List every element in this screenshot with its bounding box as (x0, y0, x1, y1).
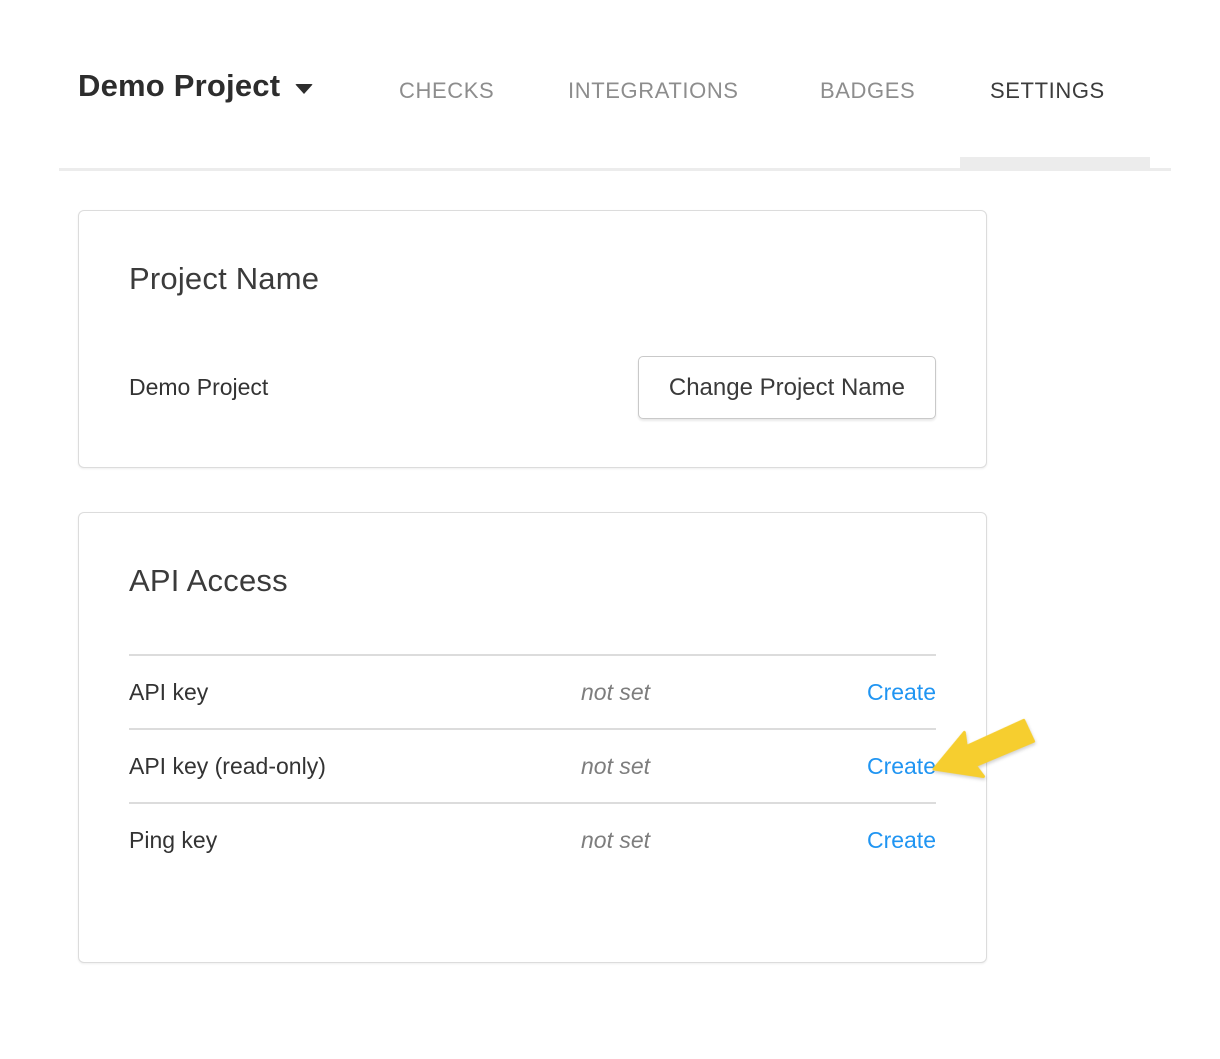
project-title: Demo Project (78, 68, 280, 104)
project-name-row: Demo Project Change Project Name (129, 356, 936, 419)
project-switcher-dropdown[interactable]: Demo Project (78, 68, 313, 104)
ping-key-label: Ping key (129, 827, 581, 854)
api-key-create-link[interactable]: Create (867, 679, 936, 706)
tab-badges[interactable]: BADGES (820, 78, 915, 104)
tab-settings[interactable]: SETTINGS (990, 78, 1105, 104)
api-keys-table: API key not set Create API key (read-onl… (129, 654, 936, 876)
api-key-value: not set (581, 679, 867, 706)
api-key-read-only-value: not set (581, 753, 867, 780)
current-project-name: Demo Project (129, 374, 268, 401)
top-navigation: Demo Project CHECKS INTEGRATIONS BADGES … (0, 0, 1220, 172)
tab-checks[interactable]: CHECKS (399, 78, 494, 104)
change-project-name-button[interactable]: Change Project Name (638, 356, 936, 419)
chevron-down-icon (295, 84, 313, 94)
project-name-card: Project Name Demo Project Change Project… (78, 210, 987, 468)
api-access-card: API Access API key not set Create API ke… (78, 512, 987, 963)
api-key-read-only-label: API key (read-only) (129, 753, 581, 780)
table-row-api-key-read-only: API key (read-only) not set Create (129, 728, 936, 802)
api-key-read-only-create-link[interactable]: Create (867, 753, 936, 780)
api-key-label: API key (129, 679, 581, 706)
ping-key-create-link[interactable]: Create (867, 827, 936, 854)
tab-integrations[interactable]: INTEGRATIONS (568, 78, 739, 104)
table-row-ping-key: Ping key not set Create (129, 802, 936, 876)
project-name-card-title: Project Name (129, 260, 936, 297)
api-access-card-title: API Access (129, 562, 936, 599)
ping-key-value: not set (581, 827, 867, 854)
active-tab-indicator (960, 157, 1150, 171)
table-row-api-key: API key not set Create (129, 654, 936, 728)
